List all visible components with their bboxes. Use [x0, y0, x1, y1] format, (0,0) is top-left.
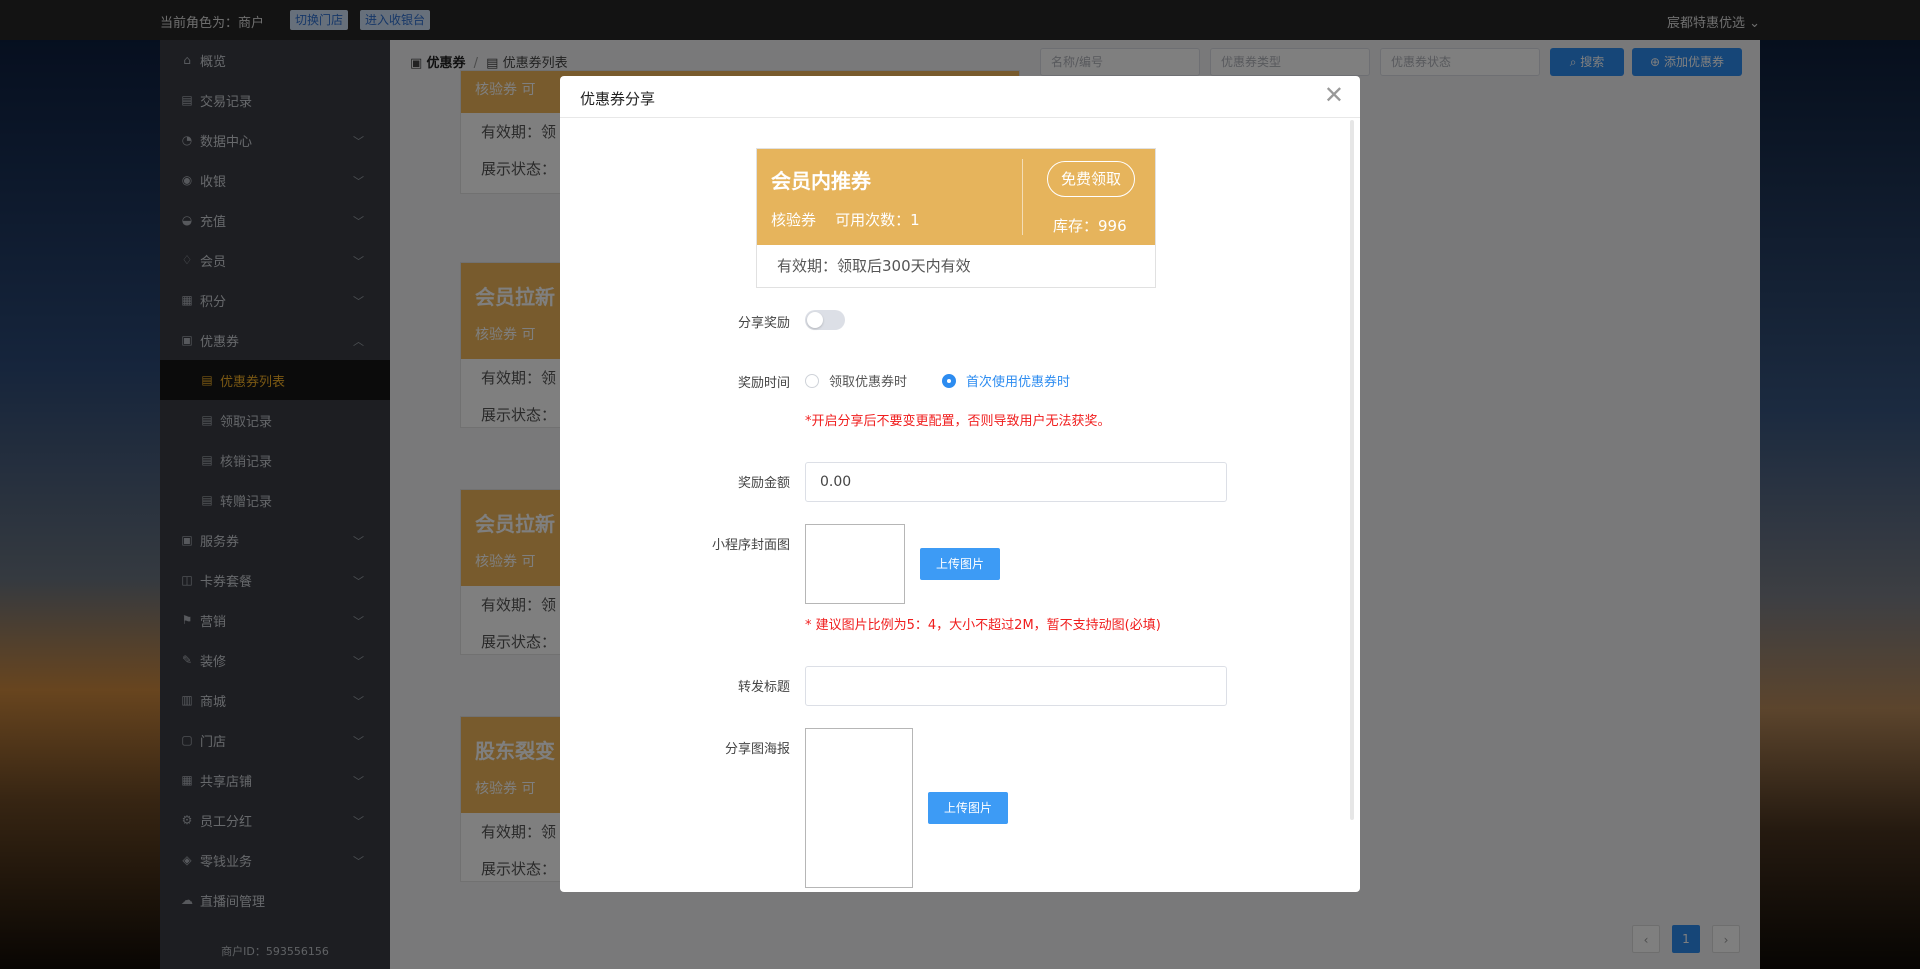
share-poster-label: 分享图海报: [724, 742, 790, 757]
poster-upload-button[interactable]: 上传图片: [928, 792, 1008, 824]
coupon-name: 会员内推券: [771, 169, 871, 193]
close-icon[interactable]: ✕: [1324, 83, 1344, 107]
free-claim-button[interactable]: 免费领取: [1047, 161, 1135, 197]
forward-title-input[interactable]: [805, 666, 1227, 706]
reward-warning: *开启分享后不要变更配置，否则导致用户无法获奖。: [805, 414, 1111, 429]
reward-time-label: 奖励时间: [737, 376, 790, 391]
reward-time-option-first-use[interactable]: 首次使用优惠券时: [942, 371, 1070, 390]
share-reward-toggle[interactable]: [805, 310, 845, 330]
cover-image-preview[interactable]: [805, 524, 905, 604]
share-reward-label: 分享奖励: [737, 316, 790, 331]
dialog-title: 优惠券分享: [580, 90, 656, 108]
dialog-scrollbar[interactable]: [1350, 120, 1354, 820]
cover-image-hint: * 建议图片比例为5：4，大小不超过2M，暂不支持动图(必填): [805, 618, 1161, 633]
reward-time-option-label: 首次使用优惠券时: [966, 375, 1071, 390]
reward-time-option-claim[interactable]: 领取优惠券时: [805, 371, 907, 390]
radio-dot: [805, 373, 819, 388]
reward-amount-label: 奖励金额: [737, 476, 790, 491]
toggle-knob: [807, 312, 823, 328]
coupon-preview: 会员内推券 核验券 可用次数：1 免费领取 库存：996 有效期：领取后300天…: [756, 148, 1156, 288]
coupon-share-dialog: 优惠券分享 ✕ 会员内推券 核验券 可用次数：1 免费领取 库存：996 有效期…: [560, 76, 1360, 892]
forward-title-label: 转发标题: [737, 680, 790, 695]
cover-image-label: 小程序封面图: [711, 538, 790, 553]
coupon-divider: [1022, 159, 1023, 235]
radio-dot: [942, 373, 956, 388]
reward-time-option-label: 领取优惠券时: [829, 375, 908, 390]
share-poster-preview[interactable]: [805, 728, 913, 888]
coupon-meta: 核验券 可用次数：1: [771, 211, 920, 229]
reward-amount-input[interactable]: 0.00: [805, 462, 1227, 502]
coupon-stock: 库存：996: [1053, 217, 1127, 235]
coupon-validity: 有效期：领取后300天内有效: [777, 257, 971, 275]
cover-upload-button[interactable]: 上传图片: [920, 548, 1000, 580]
dialog-header: 优惠券分享 ✕: [560, 76, 1360, 118]
